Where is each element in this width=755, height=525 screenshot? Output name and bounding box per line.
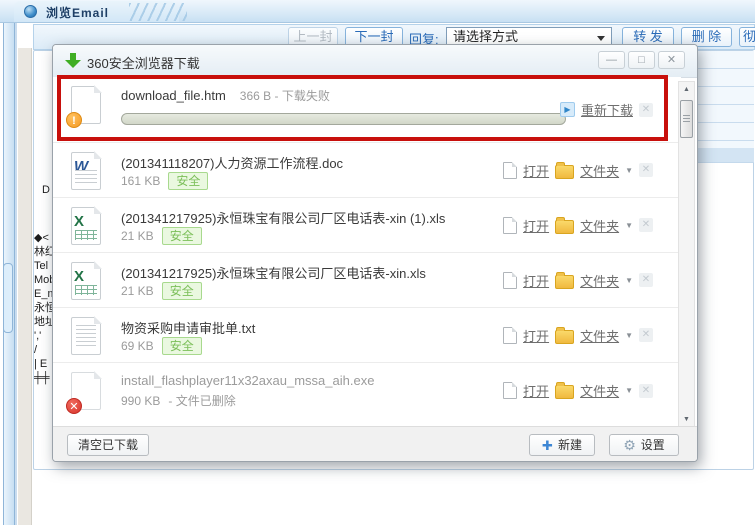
plus-icon: ✚ [542,439,553,452]
scroll-up-icon[interactable]: ▲ [680,83,693,96]
remove-download-icon[interactable]: ✕ [639,273,653,287]
scroll-down-icon[interactable]: ▼ [680,413,693,426]
open-folder-link[interactable]: 文件夹 [580,161,619,180]
file-name: (201341217925)永恒珠宝有限公司厂区电话表-xin.xls [121,263,426,282]
folder-icon [555,330,574,344]
file-deleted-icon: ✕ [71,372,101,410]
gear-icon: ⚙ [623,438,636,452]
chevron-down-icon[interactable]: ▼ [625,221,633,230]
dialog-footer: 清空已下载 ✚ 新建 ⚙ 设置 [53,426,697,461]
reply-select-value: 请选择方式 [453,29,518,44]
safe-badge: 安全 [162,337,202,355]
tab-decoration [129,3,187,21]
file-size: 161 KB [121,174,160,188]
file-error-icon: ! [71,86,101,124]
chevron-down-icon[interactable]: ▼ [625,166,633,175]
settings-button[interactable]: ⚙ 设置 [609,434,679,456]
download-row-doc[interactable]: W (201341118207)人力资源工作流程.doc 161 KB 安全 打… [53,143,681,198]
safe-badge: 安全 [168,172,208,190]
download-progress-bar [121,113,566,125]
folder-icon [555,165,574,179]
download-arrow-icon [65,53,81,69]
open-folder-link[interactable]: 文件夹 [580,216,619,235]
delete-forever-button[interactable]: 彻底删除 [739,27,755,47]
file-name: install_flashplayer11x32axau_mssa_aih.ex… [121,373,374,388]
browser-tab-bar: 浏览Email [0,0,755,23]
download-row-deleted[interactable]: ✕ install_flashplayer11x32axau_mssa_aih.… [53,363,681,418]
open-folder-link[interactable]: 文件夹 [580,271,619,290]
open-file-icon [503,217,517,234]
safe-badge: 安全 [162,227,202,245]
email-tab-icon [24,5,37,18]
new-download-button[interactable]: ✚ 新建 [529,434,595,456]
dialog-title: 360安全浏览器下载 [87,53,200,72]
remove-download-icon[interactable]: ✕ [639,163,653,177]
folder-icon [555,385,574,399]
file-size: 990 KB [121,394,160,408]
file-size: 69 KB [121,339,154,353]
file-name: (201341118207)人力资源工作流程.doc [121,153,343,172]
open-file-icon [503,162,517,179]
close-button[interactable]: ✕ [658,51,685,69]
maximize-button[interactable]: □ [628,51,655,69]
download-list: ! download_file.htm366 B - 下载失败 ▶ 重新下载 ✕… [53,77,681,428]
retry-download-link[interactable]: 重新下载 [581,100,633,119]
remove-download-icon[interactable]: ✕ [639,218,653,232]
panel-collapse-handle[interactable] [3,263,13,333]
download-row-xls1[interactable]: X (201341217925)永恒珠宝有限公司厂区电话表-xin (1).xl… [53,198,681,253]
open-file-icon [503,327,517,344]
screen: 浏览Email 上一封 下一封 回复: 请选择方式 转 发 删 除 彻底删除 D… [0,0,755,525]
settings-label: 设置 [641,435,665,455]
open-file-icon [503,382,517,399]
minimize-button[interactable]: — [598,51,625,69]
open-link[interactable]: 打开 [523,161,549,180]
error-badge-icon: ✕ [66,398,82,414]
clear-downloads-label: 清空已下载 [78,435,138,455]
open-link[interactable]: 打开 [523,381,549,400]
download-row-txt[interactable]: 物资采购申请审批单.txt 69 KB 安全 打开 文件夹 ▼ ✕ [53,308,681,363]
safe-badge: 安全 [162,282,202,300]
tab-browse-email[interactable]: 浏览Email [14,1,179,22]
file-size: 21 KB [121,229,154,243]
tab-title: 浏览Email [46,4,109,21]
text-file-icon [71,317,101,355]
chevron-down-icon[interactable]: ▼ [625,386,633,395]
file-status: - 文件已删除 [168,392,235,409]
panel-divider [15,20,17,525]
new-download-label: 新建 [558,435,582,455]
dialog-title-bar[interactable]: 360安全浏览器下载 — □ ✕ [53,45,697,78]
remove-download-icon[interactable]: ✕ [639,384,653,398]
open-folder-link[interactable]: 文件夹 [580,381,619,400]
download-row-xls2[interactable]: X (201341217925)永恒珠宝有限公司厂区电话表-xin.xls 21… [53,253,681,308]
scrollbar-thumb[interactable] [680,100,693,138]
file-size: 21 KB [121,284,154,298]
open-link[interactable]: 打开 [523,216,549,235]
email-left-gutter [18,48,32,525]
open-link[interactable]: 打开 [523,326,549,345]
excel-file-icon: X [71,207,101,245]
chevron-down-icon[interactable]: ▼ [625,331,633,340]
word-file-icon: W [71,152,101,190]
retry-play-icon[interactable]: ▶ [560,102,575,117]
remove-download-icon[interactable]: ✕ [639,328,653,342]
open-file-icon [503,272,517,289]
chevron-down-icon [597,36,605,41]
remove-download-icon[interactable]: ✕ [639,103,653,117]
file-name: 物资采购申请审批单.txt [121,318,255,337]
folder-icon [555,275,574,289]
download-manager-dialog: 360安全浏览器下载 — □ ✕ ! download_file.htm366 … [52,44,698,462]
file-name: download_file.htm366 B - 下载失败 [121,87,330,104]
download-row-failed[interactable]: ! download_file.htm366 B - 下载失败 ▶ 重新下载 ✕ [53,77,681,143]
download-list-scrollbar[interactable]: ▲ ▼ [678,81,695,428]
clear-downloads-button[interactable]: 清空已下载 [67,434,149,456]
warning-badge-icon: ! [66,112,82,128]
chevron-down-icon[interactable]: ▼ [625,276,633,285]
excel-file-icon: X [71,262,101,300]
file-name: (201341217925)永恒珠宝有限公司厂区电话表-xin (1).xls [121,208,445,227]
open-folder-link[interactable]: 文件夹 [580,326,619,345]
open-link[interactable]: 打开 [523,271,549,290]
folder-icon [555,220,574,234]
